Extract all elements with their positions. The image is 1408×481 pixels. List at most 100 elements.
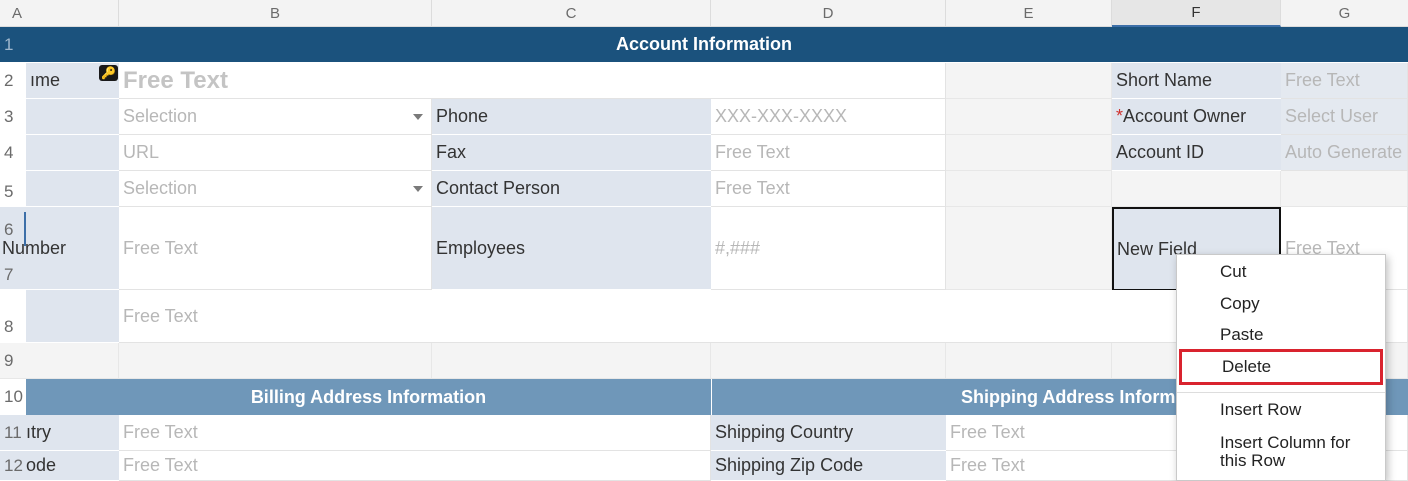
row4-label[interactable] (26, 135, 119, 171)
account-owner-label[interactable]: * Account Owner (1112, 99, 1281, 135)
phone-label[interactable]: Phone (432, 99, 711, 135)
name-label-text: ıme (30, 70, 61, 90)
contact-person-label-text: Contact Person (436, 178, 561, 198)
row3-selection-text: Selection (123, 106, 198, 126)
shipping-country-value-text: Free Text (950, 422, 1025, 442)
empty-cell-e4[interactable] (946, 135, 1112, 171)
fax-value-cell[interactable]: Free Text (711, 135, 946, 171)
row-header-1[interactable]: 1 (0, 27, 26, 62)
contact-person-value-cell[interactable]: Free Text (711, 171, 946, 207)
insert-column-line1: Insert Column for (1220, 433, 1351, 452)
chevron-down-icon[interactable] (413, 113, 423, 120)
column-header-b[interactable]: B (119, 0, 432, 27)
number-value-text: Free Text (123, 237, 198, 258)
account-id-label-text: Account ID (1116, 142, 1205, 162)
row4-url-cell[interactable]: URL (119, 135, 432, 171)
column-header-c[interactable]: C (432, 0, 711, 27)
row3-label[interactable] (26, 99, 119, 135)
short-name-value-text: Free Text (1285, 70, 1360, 90)
account-id-label[interactable]: Account ID (1112, 135, 1281, 171)
row-header-5[interactable]: 5 (0, 171, 26, 207)
short-name-value[interactable]: Free Text (1281, 63, 1408, 99)
shipping-zip-label[interactable]: Shipping Zip Code (711, 451, 946, 481)
row5-label[interactable] (26, 171, 119, 207)
phone-value-text: XXX-XXX-XXXX (715, 106, 848, 126)
row11-value-text: Free Text (123, 422, 198, 442)
fax-value-text: Free Text (715, 142, 790, 162)
menu-item-copy[interactable]: Copy (1177, 291, 1385, 317)
empty-cell-e6[interactable] (946, 207, 1112, 290)
contact-person-label[interactable]: Contact Person (432, 171, 711, 207)
menu-separator (1177, 392, 1385, 393)
row11-value-cell[interactable]: Free Text (119, 415, 711, 451)
column-header-d[interactable]: D (711, 0, 946, 27)
key-icon[interactable]: 🔑 (99, 65, 118, 81)
shipping-country-label[interactable]: Shipping Country (711, 415, 946, 451)
row-header-4[interactable]: 4 (0, 135, 26, 171)
empty-cell-e2[interactable] (946, 63, 1112, 99)
column-header-g[interactable]: G (1281, 0, 1408, 27)
row-header-8[interactable]: 8 (0, 290, 26, 343)
column-header-e[interactable]: E (946, 0, 1112, 27)
phone-label-text: Phone (436, 106, 489, 126)
name-value-cell[interactable]: Free Text (119, 63, 946, 99)
account-owner-value[interactable]: Select User (1281, 99, 1408, 135)
row11-label-text: ıtry (26, 422, 51, 442)
row-header-12[interactable]: 12 (0, 451, 26, 481)
short-name-label[interactable]: Short Name (1112, 63, 1281, 99)
row4-url-text: URL (123, 142, 160, 162)
row12-label-text: ode (26, 455, 57, 475)
row-header-11[interactable]: 11 (0, 415, 26, 451)
employees-label-text: Employees (436, 237, 526, 258)
row8-label[interactable] (26, 290, 119, 343)
account-information-header[interactable]: Account Information (0, 27, 1408, 62)
empty-cell-e5[interactable] (946, 171, 1112, 207)
empty-cell-f5[interactable] (1112, 171, 1281, 207)
name-value-text: Free Text (123, 66, 228, 94)
billing-address-header[interactable]: Billing Address Information (26, 379, 711, 415)
account-id-value[interactable]: Auto Generate (1281, 135, 1408, 171)
row9-cell-d[interactable] (711, 343, 946, 379)
row-header-7[interactable]: 7 (0, 258, 26, 292)
row8-value-text: Free Text (123, 306, 198, 326)
shipping-title: Shipping Address Inform (961, 386, 1176, 407)
row3-selection-cell[interactable]: Selection (119, 99, 432, 135)
row5-selection-cell[interactable]: Selection (119, 171, 432, 207)
employees-value-cell[interactable]: #,### (711, 207, 946, 290)
shipping-country-label-text: Shipping Country (715, 422, 854, 442)
row9-cell-c[interactable] (432, 343, 711, 379)
required-asterisk: * (1116, 106, 1124, 126)
menu-item-delete[interactable]: Delete (1179, 349, 1383, 385)
header-title: Account Information (616, 34, 792, 54)
row-header-9[interactable]: 9 (0, 343, 26, 379)
row-header-3[interactable]: 3 (0, 99, 26, 135)
billing-title: Billing Address Information (250, 386, 487, 407)
menu-item-cut[interactable]: Cut (1177, 259, 1385, 285)
employees-value-text: #,### (715, 237, 761, 258)
account-id-value-text: Auto Generate (1285, 142, 1403, 162)
column-header-a[interactable]: A (0, 0, 119, 27)
shipping-zip-label-text: Shipping Zip Code (715, 455, 864, 475)
menu-item-insert-row[interactable]: Insert Row (1177, 397, 1385, 423)
column-header-f[interactable]: F (1112, 0, 1281, 27)
menu-item-paste[interactable]: Paste (1177, 322, 1385, 348)
chevron-down-icon[interactable] (413, 185, 423, 192)
row12-value-text: Free Text (123, 455, 198, 475)
row5-selection-text: Selection (123, 178, 198, 198)
row-header-6[interactable]: 6 (0, 213, 26, 247)
row12-value-cell[interactable]: Free Text (119, 451, 711, 481)
row-header-10[interactable]: 10 (0, 379, 26, 415)
context-menu: Cut Copy Paste Delete Insert Row Insert … (1176, 254, 1386, 481)
employees-label[interactable]: Employees (432, 207, 711, 290)
empty-cell-e3[interactable] (946, 99, 1112, 135)
number-value-cell[interactable]: Free Text (119, 207, 432, 290)
row-header-2[interactable]: 2 (0, 63, 26, 99)
fax-label[interactable]: Fax (432, 135, 711, 171)
empty-cell-g5[interactable] (1281, 171, 1408, 207)
phone-value-cell[interactable]: XXX-XXX-XXXX (711, 99, 946, 135)
row9-cell-b[interactable] (119, 343, 432, 379)
row9-cell-e[interactable] (946, 343, 1112, 379)
contact-person-value-text: Free Text (715, 178, 790, 198)
menu-item-insert-column[interactable]: Insert Column for this Row (1177, 431, 1385, 473)
account-owner-value-text: Select User (1285, 106, 1379, 126)
